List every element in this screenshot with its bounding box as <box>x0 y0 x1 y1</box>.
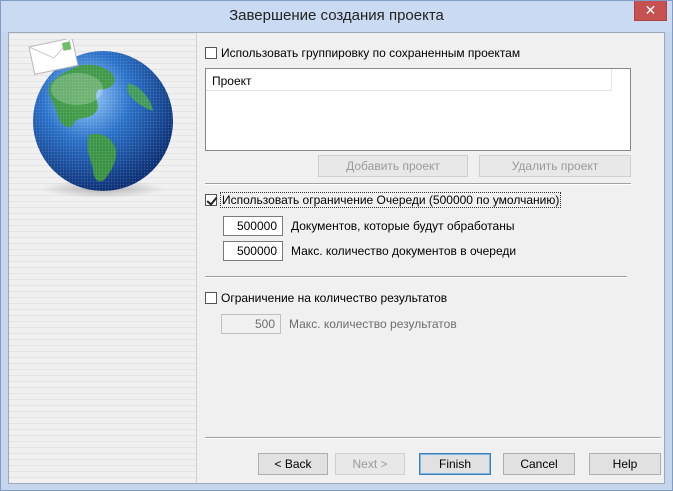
list-column-header-project[interactable]: Проект <box>206 69 612 91</box>
wizard-sidebar <box>9 33 197 483</box>
cancel-button[interactable]: Cancel <box>503 453 575 475</box>
queue-checkbox-label[interactable]: Использовать ограничение Очереди (500000… <box>219 192 562 208</box>
max-queue-label: Макс. количество документов в очереди <box>291 244 517 258</box>
dialog-client-area: Использовать группировку по сохраненным … <box>8 32 665 484</box>
results-checkbox[interactable] <box>205 292 217 304</box>
grouping-checkbox-row[interactable]: Использовать группировку по сохраненным … <box>205 46 520 60</box>
grouping-checkbox-label[interactable]: Использовать группировку по сохраненным … <box>221 46 520 60</box>
back-button[interactable]: < Back <box>258 453 328 475</box>
add-project-button[interactable]: Добавить проект <box>318 155 468 177</box>
queue-checkbox-row[interactable]: Использовать ограничение Очереди (500000… <box>205 192 562 208</box>
footer-separator <box>205 437 661 439</box>
docs-processed-label: Документов, которые будут обработаны <box>291 219 515 233</box>
docs-processed-input[interactable] <box>223 216 283 236</box>
title-bar[interactable]: Завершение создания проекта ✕ <box>1 1 672 32</box>
separator <box>205 183 631 185</box>
globe-with-envelope-icon <box>11 37 181 202</box>
next-button[interactable]: Next > <box>335 453 405 475</box>
max-results-input[interactable] <box>221 314 281 334</box>
window-title: Завершение создания проекта <box>229 7 444 24</box>
finish-button[interactable]: Finish <box>419 453 491 475</box>
close-icon: ✕ <box>644 2 657 18</box>
max-results-label: Макс. количество результатов <box>289 317 457 331</box>
queue-checkbox[interactable] <box>205 194 217 206</box>
results-checkbox-row[interactable]: Ограничение на количество результатов <box>205 291 447 305</box>
remove-project-button[interactable]: Удалить проект <box>479 155 631 177</box>
project-listbox[interactable]: Проект <box>205 68 631 151</box>
help-button[interactable]: Help <box>589 453 661 475</box>
max-queue-input[interactable] <box>223 241 283 261</box>
results-checkbox-label[interactable]: Ограничение на количество результатов <box>221 291 447 305</box>
dialog-window: Завершение создания проекта ✕ Использова… <box>0 0 673 491</box>
wizard-content: Использовать группировку по сохраненным … <box>205 33 661 483</box>
grouping-checkbox[interactable] <box>205 47 217 59</box>
close-button[interactable]: ✕ <box>634 1 667 21</box>
separator <box>205 276 627 278</box>
